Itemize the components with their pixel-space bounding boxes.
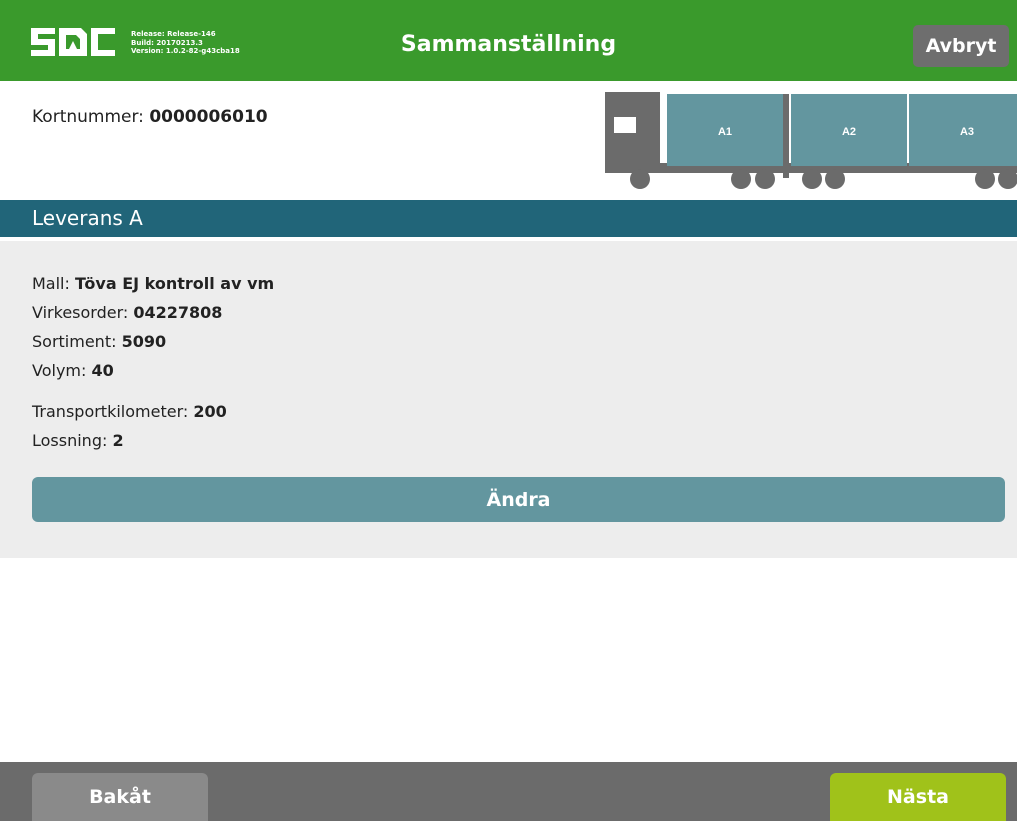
compartment-a2-label: A2 — [842, 126, 856, 138]
field-gap — [32, 385, 274, 397]
delivery-heading: Leverans A — [0, 200, 1017, 237]
wheel — [975, 169, 995, 189]
field-label: Volym: — [32, 361, 92, 380]
field-sortiment: Sortiment: 5090 — [32, 327, 274, 356]
field-value: 04227808 — [133, 303, 223, 322]
truck-window — [614, 117, 636, 133]
field-virkesorder: Virkesorder: 04227808 — [32, 298, 274, 327]
field-label: Mall: — [32, 274, 75, 293]
card-number-value: 0000006010 — [149, 107, 268, 127]
trailer-coupling — [783, 94, 789, 178]
field-value: 200 — [193, 402, 227, 421]
compartment-a1-label: A1 — [718, 126, 732, 138]
cancel-button[interactable]: Avbryt — [913, 25, 1009, 67]
next-button[interactable]: Nästa — [830, 773, 1006, 821]
delivery-fields: Mall: Töva EJ kontroll av vm Virkesorder… — [32, 269, 274, 455]
top-bar: Release: Release-146 Build: 20170213.3 V… — [0, 0, 1017, 81]
field-volym: Volym: 40 — [32, 356, 274, 385]
card-number-label: Kortnummer: — [32, 107, 150, 127]
footer-bar: Bakåt Nästa — [0, 762, 1017, 821]
truck-diagram: A1 A2 A3 — [605, 92, 1017, 189]
field-label: Transportkilometer: — [32, 402, 194, 421]
compartment-a3-label: A3 — [960, 126, 974, 138]
wheel — [755, 169, 775, 189]
delivery-panel: Mall: Töva EJ kontroll av vm Virkesorder… — [0, 241, 1017, 558]
field-transportkilometer: Transportkilometer: 200 — [32, 397, 274, 426]
field-label: Virkesorder: — [32, 303, 134, 322]
field-lossning: Lossning: 2 — [32, 426, 274, 455]
page-title: Sammanställning — [400, 32, 617, 57]
edit-button[interactable]: Ändra — [32, 477, 1005, 522]
wheel — [630, 169, 650, 189]
back-button[interactable]: Bakåt — [32, 773, 208, 821]
wheel — [802, 169, 822, 189]
field-value: 2 — [112, 431, 124, 450]
wheel — [825, 169, 845, 189]
wheel — [731, 169, 751, 189]
field-value: 40 — [91, 361, 114, 380]
field-mall: Mall: Töva EJ kontroll av vm — [32, 269, 274, 298]
field-label: Lossning: — [32, 431, 113, 450]
card-number: Kortnummer: 0000006010 — [32, 107, 268, 127]
field-value: Töva EJ kontroll av vm — [74, 274, 275, 293]
field-label: Sortiment: — [32, 332, 122, 351]
field-value: 5090 — [121, 332, 167, 351]
